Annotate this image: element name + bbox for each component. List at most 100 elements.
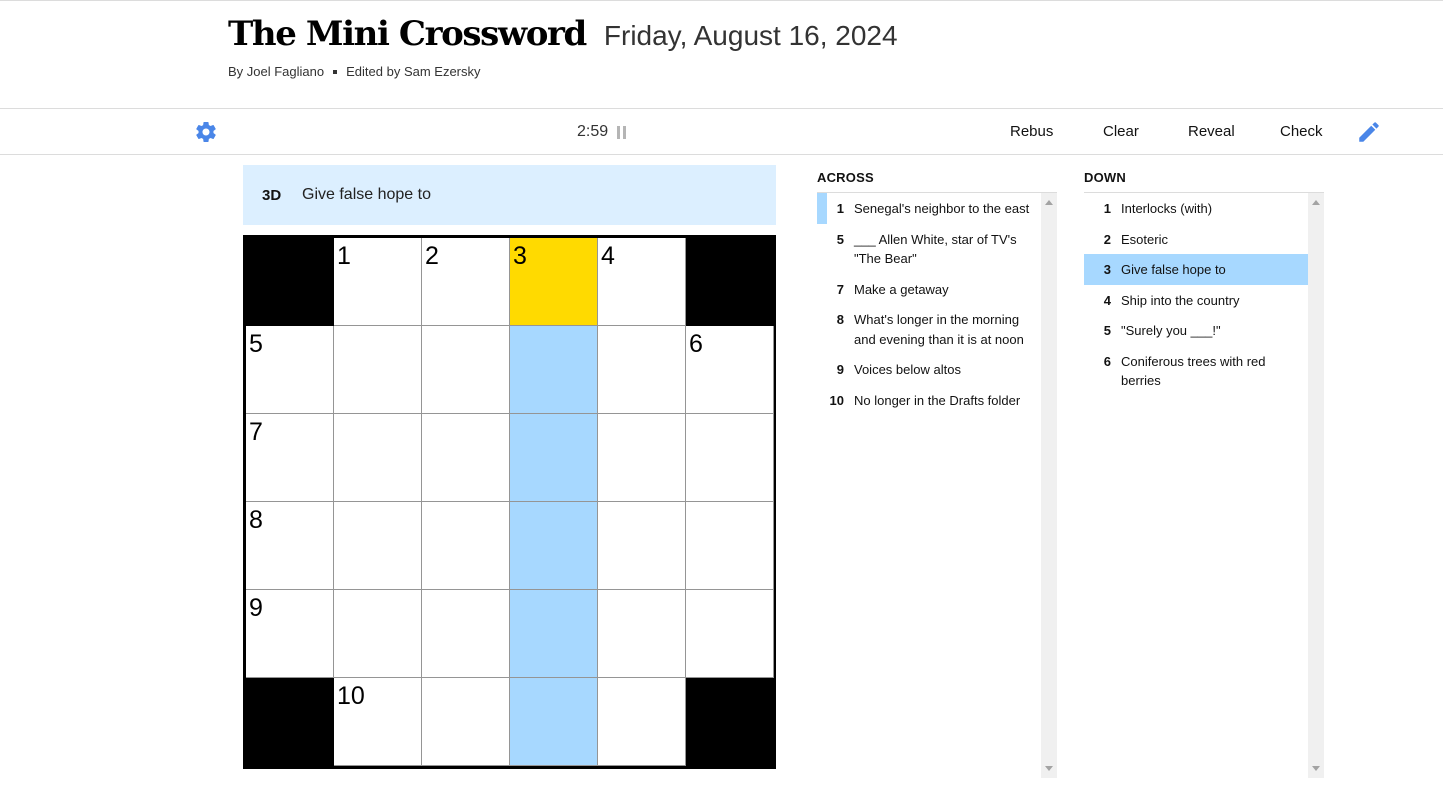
cell-number: 4 [601,242,615,270]
grid-cell[interactable] [510,414,598,502]
puzzle-date: Friday, August 16, 2024 [603,20,898,51]
clue-number: 10 [829,392,844,408]
clue-text: Voices below altos [854,362,961,377]
active-clue-bar[interactable]: 3D Give false hope to [243,165,776,225]
clue-number: 5 [1103,323,1111,338]
across-clue-8[interactable]: 8 What's longer in the morning and evenin… [817,304,1057,354]
top-divider [0,0,1443,1]
cell-number: 3 [513,242,527,270]
gear-icon[interactable] [194,120,218,144]
clear-button[interactable]: Clear [1103,123,1139,140]
across-clue-9[interactable]: 9 Voices below altos [817,354,1057,385]
rebus-button[interactable]: Rebus [1010,123,1053,140]
grid-cell[interactable] [422,678,510,766]
grid-cell[interactable] [598,678,686,766]
down-clue-list: 1 Interlocks (with) 2 Esoteric 3 Give false h… [1084,193,1324,778]
down-clue-5[interactable]: 5 "Surely you ___!" [1084,315,1324,346]
across-clue-7[interactable]: 7 Make a getaway [817,274,1057,305]
clue-number: 4 [1103,292,1111,308]
grid-cell[interactable]: 9 [246,590,334,678]
cell-number: 6 [689,330,703,358]
clue-text: Give false hope to [1121,262,1226,277]
across-scrollbar[interactable] [1041,193,1057,778]
pause-icon[interactable] [617,125,627,139]
black-cell [246,678,334,766]
cell-number: 9 [249,594,263,622]
grid-cell[interactable]: 10 [334,678,422,766]
grid-cell[interactable] [334,326,422,414]
across-clue-5[interactable]: 5 ___ Allen White, star of TV's "The Bear… [817,224,1057,274]
grid-cell[interactable] [510,678,598,766]
cell-number: 5 [249,330,263,358]
grid-cell[interactable]: 5 [246,326,334,414]
clue-text: Esoteric [1121,231,1168,247]
across-clue-10[interactable]: 10 No longer in the Drafts folder [817,385,1057,416]
pencil-icon[interactable] [1356,119,1382,145]
grid-cell[interactable] [510,326,598,414]
grid-cell[interactable] [686,590,774,678]
toolbar: 2:59 Rebus Clear Reveal Check [0,108,1443,155]
grid-cell[interactable] [334,414,422,502]
cell-number: 1 [337,242,351,270]
down-clue-1[interactable]: 1 Interlocks (with) [1084,193,1324,224]
cell-number: 10 [337,682,365,710]
grid-cell[interactable] [334,502,422,590]
grid-cell[interactable] [422,502,510,590]
grid-cell[interactable]: 3 [510,238,598,326]
crossword-board: 1 2 3 4 5 6 7 8 9 10 [243,235,776,769]
grid-cell[interactable] [598,590,686,678]
clue-number: 3 [1103,262,1111,277]
grid-cell[interactable] [598,326,686,414]
across-clue-1[interactable]: 1 Senegal's neighbor to the east [817,193,1057,224]
across-clues: ACROSS 1 Senegal's neighbor to the east 5 _… [817,170,1057,778]
clue-text: Ship into the country [1121,292,1240,308]
across-heading: ACROSS [817,170,1057,193]
grid-cell[interactable] [422,326,510,414]
grid-cell[interactable] [598,414,686,502]
check-button[interactable]: Check [1280,123,1323,140]
game-title: The Mini Crossword [228,14,587,54]
down-clues: DOWN 1 Interlocks (with) 2 Esoteric 3 Give fa… [1084,170,1324,778]
clue-number: 9 [836,362,844,377]
grid-cell[interactable] [686,502,774,590]
clue-highlight-marker [817,193,827,224]
clue-text: "Surely you ___!" [1121,323,1221,338]
clue-text: Coniferous trees with red berries [1121,353,1266,389]
down-heading: DOWN [1084,170,1324,193]
clue-text: Make a getaway [854,281,949,297]
page-header: The Mini Crossword Friday, August 16, 20… [228,14,898,79]
timer: 2:59 [577,123,627,141]
grid-cell[interactable]: 2 [422,238,510,326]
grid-cell[interactable] [686,414,774,502]
cell-number: 7 [249,418,263,446]
cell-number: 2 [425,242,439,270]
grid-cell[interactable] [422,590,510,678]
grid-cell[interactable]: 4 [598,238,686,326]
clue-text: No longer in the Drafts folder [854,392,1021,408]
down-clue-6[interactable]: 6 Coniferous trees with red berries [1084,346,1324,396]
down-clue-4[interactable]: 4 Ship into the country [1084,285,1324,316]
byline: By Joel Fagliano Edited by Sam Ezersky [228,64,898,79]
grid-cell[interactable]: 1 [334,238,422,326]
grid-cell[interactable] [598,502,686,590]
byline-separator [333,69,338,74]
clue-text: What's longer in the morning and evening… [854,312,1024,347]
timer-value: 2:59 [577,123,609,140]
grid-cell[interactable] [510,590,598,678]
grid-cell[interactable] [334,590,422,678]
clue-number: 7 [836,281,844,297]
cell-number: 8 [249,506,263,534]
grid-cell[interactable] [510,502,598,590]
grid-cell[interactable]: 8 [246,502,334,590]
black-cell [686,238,774,326]
grid-cell[interactable] [422,414,510,502]
clue-text: Senegal's neighbor to the east [854,201,1030,216]
down-clue-2[interactable]: 2 Esoteric [1084,224,1324,255]
reveal-button[interactable]: Reveal [1188,123,1235,140]
down-clue-3[interactable]: 3 Give false hope to [1084,254,1324,285]
author: By Joel Fagliano [228,64,325,79]
down-scrollbar[interactable] [1308,193,1324,778]
grid-cell[interactable]: 6 [686,326,774,414]
across-clue-list: 1 Senegal's neighbor to the east 5 ___ Alle… [817,193,1057,778]
grid-cell[interactable]: 7 [246,414,334,502]
